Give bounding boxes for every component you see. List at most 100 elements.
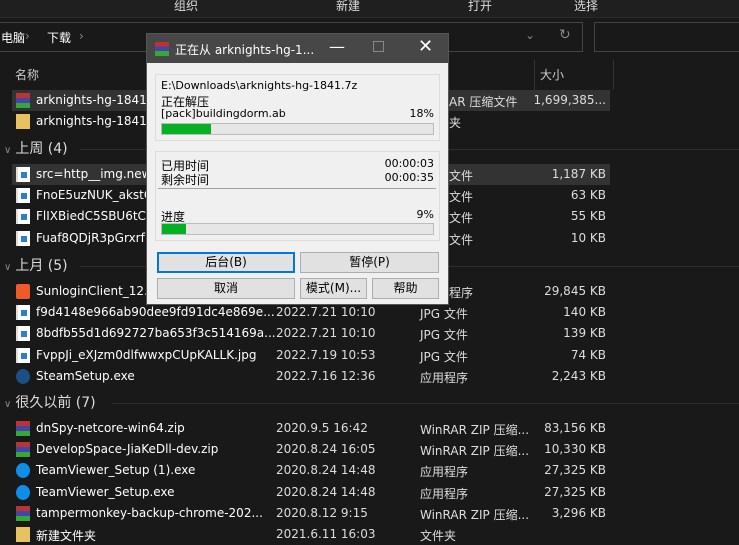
divider: [158, 188, 436, 189]
column-name[interactable]: 名称: [15, 66, 39, 83]
remaining-value: 00:00:35: [384, 171, 434, 184]
file-type: 文件: [449, 169, 474, 183]
divider: [112, 403, 739, 404]
file-size: 74 KB: [570, 347, 606, 362]
steam-icon: [16, 368, 30, 384]
teamviewer-icon: [16, 484, 30, 500]
file-date: 2022.7.21 10:10: [276, 326, 376, 341]
file-size: 10 KB: [570, 230, 606, 245]
file-row[interactable]: 8bdfb55d1d692727ba653f3c514169a... 2022.…: [12, 323, 610, 344]
file-name: tampermonkey-backup-chrome-202...: [36, 505, 263, 520]
minimize-button[interactable]: —: [329, 37, 345, 56]
column-divider[interactable]: [534, 60, 535, 90]
group-header[interactable]: ∨ 上月 (5): [4, 255, 68, 275]
group-label: 很久以前 (7): [15, 395, 96, 411]
total-percent: 9%: [416, 208, 434, 221]
ribbon: 组织 新建 打开 选择: [0, 0, 739, 18]
ribbon-open[interactable]: 打开: [468, 0, 492, 14]
file-name: TeamViewer_Setup (1).exe: [36, 463, 196, 478]
group-header[interactable]: ∨ 上周 (4): [4, 138, 68, 158]
sunlogin-icon: [16, 284, 30, 299]
ribbon-select[interactable]: 选择: [574, 0, 598, 14]
file-size: 139 KB: [563, 326, 606, 341]
file-type: 应用程序: [420, 370, 469, 385]
file-date: 2022.7.21 10:10: [276, 305, 376, 320]
pause-button[interactable]: 暂停(P): [300, 252, 439, 273]
file-name: DevelopSpace-JiaKeDll-dev.zip: [36, 442, 219, 457]
ribbon-new[interactable]: 新建: [336, 0, 360, 14]
file-type: 文件: [449, 190, 474, 205]
chevron-right-icon: ›: [79, 29, 84, 43]
file-row[interactable]: 新建文件夹 2021.6.11 16:03 文件夹: [12, 524, 610, 545]
file-date: 2020.8.24 14:48: [276, 463, 376, 478]
file-row[interactable]: DevelopSpace-JiaKeDll-dev.zip 2020.8.24 …: [12, 439, 610, 460]
file-date: 2022.7.19 10:53: [276, 347, 376, 362]
column-size[interactable]: 大小: [540, 66, 564, 83]
file-size: 83,156 KB: [544, 421, 606, 435]
cancel-button[interactable]: 取消: [157, 278, 295, 299]
file-type: WinRAR ZIP 压缩...: [420, 423, 530, 437]
ribbon-organize[interactable]: 组织: [174, 0, 198, 14]
file-name: FnoE5uzNUK_akstC: [36, 188, 153, 203]
file-size: 140 KB: [563, 305, 606, 320]
close-button[interactable]: ✕: [418, 36, 433, 57]
file-size: 3,296 KB: [551, 505, 606, 520]
file-row[interactable]: FvppJi_eXJzm0dlfwwxpCUpKALLK.jpg 2022.7.…: [12, 345, 610, 366]
file-type: JPG 文件: [420, 328, 468, 343]
chevron-down-icon[interactable]: ⌄: [525, 28, 535, 42]
file-row[interactable]: dnSpy-netcore-win64.zip 2020.9.5 16:42 W…: [12, 418, 610, 439]
search-input[interactable]: [594, 22, 739, 52]
file-row[interactable]: TeamViewer_Setup (1).exe 2020.8.24 14:48…: [12, 460, 610, 481]
file-name: SteamSetup.exe: [36, 368, 135, 383]
rar-icon: [16, 421, 30, 436]
group-header[interactable]: ∨ 很久以前 (7): [4, 392, 96, 412]
file-progress-bar: [161, 123, 434, 135]
file-percent: 18%: [409, 107, 434, 120]
column-divider[interactable]: [613, 60, 614, 90]
file-size: 2,243 KB: [551, 368, 606, 383]
mode-button[interactable]: 模式(M)...: [300, 278, 367, 299]
image-icon: [16, 230, 30, 246]
file-panel: E:\Downloads\arknights-hg-1841.7z 正在解压 […: [155, 74, 440, 141]
total-progress-bar: [161, 223, 434, 235]
group-label: 上周 (4): [15, 141, 68, 157]
file-type: 程序: [449, 286, 474, 300]
breadcrumb-downloads[interactable]: 下载: [47, 29, 71, 46]
file-name: FvppJi_eXJzm0dlfwwxpCUpKALLK.jpg: [36, 347, 257, 362]
file-type: JPG 文件: [420, 307, 468, 322]
image-icon: [16, 209, 30, 225]
file-size: 29,845 KB: [544, 284, 606, 298]
background-button[interactable]: 后台(B): [157, 252, 295, 273]
extract-dialog: 正在从 arknights-hg-1... — ✕ E:\Downloads\a…: [146, 33, 449, 305]
image-icon: [16, 326, 30, 342]
file-row[interactable]: tampermonkey-backup-chrome-202... 2020.8…: [12, 503, 610, 524]
image-icon: [16, 305, 30, 321]
file-date: 2022.7.16 12:36: [276, 368, 376, 383]
file-type: AR 压缩文件: [449, 95, 518, 109]
rar-icon: [16, 442, 30, 458]
breadcrumb-pc[interactable]: 电脑: [1, 29, 25, 46]
file-date: 2020.8.24 16:05: [276, 442, 376, 457]
file-row[interactable]: f9d4148e966ab90dee9fd91dc4e869e... 2022.…: [12, 302, 610, 323]
rar-icon: [16, 505, 30, 521]
file-name: 8bdfb55d1d692727ba653f3c514169a...: [36, 326, 276, 341]
teamviewer-icon: [16, 463, 30, 479]
file-name: TeamViewer_Setup.exe: [36, 484, 175, 499]
image-icon: [16, 188, 30, 204]
refresh-icon[interactable]: ↻: [559, 27, 571, 43]
file-row[interactable]: TeamViewer_Setup.exe 2020.8.24 14:48 应用程…: [12, 482, 610, 503]
file-type: 文件: [449, 232, 474, 247]
file-row[interactable]: SteamSetup.exe 2022.7.16 12:36 应用程序 2,24…: [12, 366, 610, 387]
file-size: 1,187 KB: [551, 167, 606, 181]
file-size: 63 KB: [570, 188, 606, 203]
file-type: 应用程序: [420, 465, 469, 480]
file-type: 夹: [449, 116, 462, 130]
file-size: 10,330 KB: [544, 442, 606, 457]
file-name: arknights-hg-1841: [36, 114, 147, 128]
help-button[interactable]: 帮助: [372, 278, 439, 299]
dialog-title: 正在从 arknights-hg-1...: [175, 43, 315, 57]
file-name: arknights-hg-1841.: [36, 93, 151, 107]
file-type: 文件夹: [420, 529, 457, 543]
chevron-right-icon: ›: [25, 29, 30, 43]
chevron-down-icon: ∨: [4, 399, 12, 410]
